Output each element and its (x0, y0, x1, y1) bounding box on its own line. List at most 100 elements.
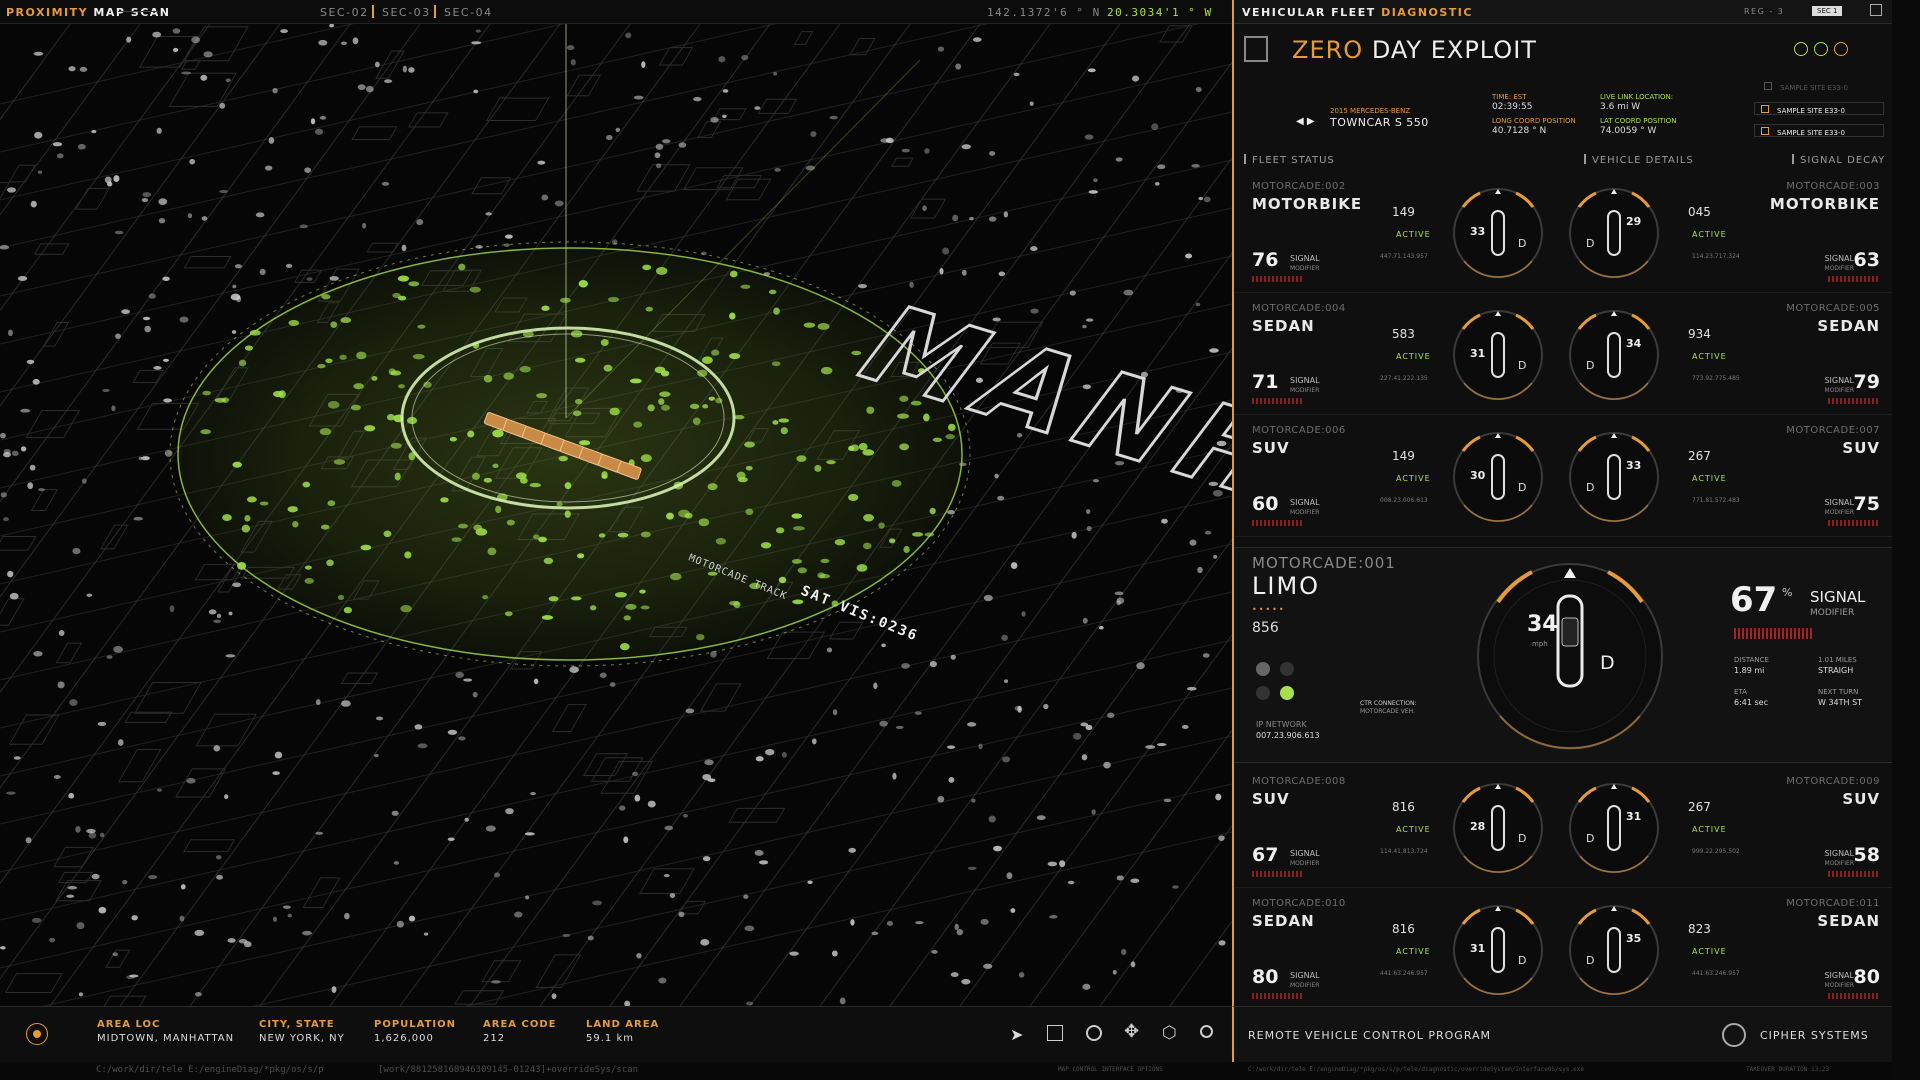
cipher-logo-icon (1722, 1023, 1746, 1047)
sec-tab-1[interactable]: SEC-02 (320, 6, 369, 19)
section-vehicle-details[interactable]: VEHICLE DETAILS (1584, 154, 1694, 166)
vehicle-value: 823 (1688, 922, 1711, 936)
map-canvas[interactable]: MANH MOTORCADE TRACK SAT VIS:0236 (0, 24, 1232, 1006)
vehicle-id: MOTORCADE:010 (1252, 898, 1346, 909)
gauge-speed: 34 (1626, 337, 1642, 350)
target-tool-icon[interactable] (1086, 1025, 1102, 1041)
population-value: 1,626,000 (374, 1033, 434, 1044)
link-value: 3.6 mi W (1600, 102, 1641, 112)
limo-gear: D (1600, 652, 1615, 674)
limo-speed: 34 (1527, 612, 1558, 637)
sec-badge[interactable]: SEC 1 (1812, 6, 1843, 16)
panel-header: VEHICULAR FLEET DIAGNOSTIC REG - 3 SEC 1 (1234, 0, 1892, 24)
section-fleet-status[interactable]: FLEET STATUS (1244, 154, 1335, 166)
vehicle-signal: 60 (1252, 493, 1279, 515)
map-view[interactable]: MANH MOTORCADE TRACK SAT VIS:0236 (0, 24, 1232, 1006)
vehicle-active: ACTIVE (1396, 947, 1431, 956)
vehicle-signal: 67 (1252, 844, 1279, 866)
vehicle-value: 149 (1392, 449, 1415, 463)
location-icon[interactable] (26, 1023, 48, 1045)
layers-tool-icon[interactable] (1047, 1025, 1063, 1041)
limo-miles-value: STRAIGH (1818, 666, 1854, 675)
vehicle-signal-label: SIGNAL MODIFIER (1290, 498, 1320, 517)
limo-dist-value: 1.89 mi (1734, 666, 1765, 675)
pointer-tool-icon[interactable]: ➤ (1010, 1025, 1023, 1044)
cube-tool-icon[interactable]: ⬡ (1162, 1023, 1177, 1043)
speed-gauge (1564, 305, 1664, 405)
vehicle-active: ACTIVE (1396, 474, 1431, 483)
vehicle-card[interactable]: 34 D 934 ACTIVE 773.92.775.485 MOTORCADE:005 S… (1564, 297, 1892, 415)
status-light-icon (1794, 42, 1808, 56)
expand-icon[interactable] (1870, 4, 1882, 16)
scrollbar[interactable] (1892, 0, 1920, 1080)
vehicle-card[interactable]: 31 D 267 ACTIVE 999.22.295.502 MOTORCADE:009 S… (1564, 770, 1892, 888)
vehicle-id: MOTORCADE:002 (1252, 181, 1346, 192)
vehicle-type: SEDAN (1817, 912, 1880, 930)
vehicle-value: 816 (1392, 800, 1415, 814)
path-d: C:/work/dir/tele E:/engineDiag/*pkg/os/s… (1248, 1066, 1584, 1073)
path-b: [work/881258168946309145-01243]+override… (378, 1065, 639, 1075)
sec-tab-3[interactable]: SEC-04 (444, 6, 493, 19)
speed-gauge (1564, 778, 1664, 878)
land-area-value: 59.1 km (586, 1033, 634, 1044)
path-a: C:/work/dir/tele E:/engineDiag/*pkg/os/s… (96, 1065, 324, 1075)
path-c: MAP CONTROL INTERFACE OPTIONS (1058, 1066, 1163, 1073)
limo-signal-pct: % (1782, 586, 1793, 599)
vehicle-id: MOTORCADE:008 (1252, 776, 1346, 787)
site-item-1[interactable]: SAMPLE SITE E33-0 (1764, 82, 1848, 92)
vehicle-active: ACTIVE (1396, 230, 1431, 239)
coord-west: 20.3034'1 ° W (1107, 6, 1213, 19)
map-title-b: MAP SCAN (93, 6, 171, 19)
gauge-speed: 31 (1626, 810, 1642, 823)
reg-label: REG - 3 (1744, 7, 1785, 16)
sec-tab-2[interactable]: SEC-03 (382, 6, 431, 19)
gauge-gear: D (1586, 954, 1595, 967)
vehicle-card[interactable]: 35 D 823 ACTIVE 441.63.246.957 MOTORCADE:011 S… (1564, 892, 1892, 1006)
vehicle-signal-label: SIGNAL MODIFIER (1824, 498, 1854, 517)
vehicle-row: MOTORCADE:004 SEDAN 71 SIGNAL MODIFIER 583 ACT… (1234, 297, 1892, 415)
vehicle-card[interactable]: MOTORCADE:008 SUV 67 SIGNAL MODIFIER 816 ACTIV… (1234, 770, 1564, 888)
vehicle-type: SUV (1842, 790, 1880, 808)
speed-gauge (1448, 183, 1548, 283)
site-item-3[interactable]: SAMPLE SITE E33-0 (1754, 124, 1884, 137)
prev-next-icon[interactable]: ◀ ▶ (1296, 116, 1315, 127)
limo-turn-value: W 34TH ST (1818, 698, 1863, 707)
vehicle-active: ACTIVE (1692, 474, 1727, 483)
vehicle-card[interactable]: 33 D 267 ACTIVE 771.81.572.483 MOTORCADE:007 S… (1564, 419, 1892, 537)
modifier-label: MODIFIER (1824, 509, 1854, 516)
gauge-gear: D (1586, 359, 1595, 372)
vehicle-type: SUV (1252, 790, 1290, 808)
vehicle-card[interactable]: MOTORCADE:006 SUV 60 SIGNAL MODIFIER 149 ACTIV… (1234, 419, 1564, 537)
vehicle-signal-label: SIGNAL MODIFIER (1824, 254, 1854, 273)
limo-detail-card[interactable]: MOTORCADE:001 LIMO ••••• 856 IP NETWORK … (1234, 547, 1892, 763)
vehicle-ip: 441.63.246.957 (1692, 970, 1740, 977)
signal-bars (1252, 871, 1304, 877)
vehicle-signal-label: SIGNAL MODIFIER (1290, 971, 1320, 990)
site-item-2[interactable]: SAMPLE SITE E33-0 (1754, 102, 1884, 115)
section-signal-decay[interactable]: SIGNAL DECAY (1792, 154, 1885, 166)
vehicle-card[interactable]: MOTORCADE:010 SEDAN 80 SIGNAL MODIFIER 816 ACT… (1234, 892, 1564, 1006)
vehicle-ip: 227.41.222.135 (1380, 375, 1428, 382)
limo-eta-label: ETA (1734, 688, 1747, 696)
move-tool-icon[interactable]: ✥ (1124, 1021, 1139, 1042)
modifier-label: MODIFIER (1824, 982, 1854, 989)
limo-status-icon (1256, 686, 1270, 700)
signal-bars (1252, 276, 1304, 282)
limo-signal-value: 67 (1730, 580, 1778, 620)
lat-value: 74.0059 ° W (1600, 126, 1657, 136)
vehicle-card[interactable]: MOTORCADE:002 MOTORBIKE 76 SIGNAL MODIFIER 14… (1234, 175, 1564, 293)
vehicle-active: ACTIVE (1692, 947, 1727, 956)
vehicle-active: ACTIVE (1396, 352, 1431, 361)
gauge-speed: 33 (1470, 225, 1486, 238)
search-icon[interactable] (1200, 1025, 1213, 1038)
vehicle-id: MOTORCADE:005 (1786, 303, 1880, 314)
vehicle-card[interactable]: 29 D 045 ACTIVE 114.23.717.324 MOTORCADE:003 M… (1564, 175, 1892, 293)
vehicle-value: 816 (1392, 922, 1415, 936)
gauge-speed: 28 (1470, 820, 1486, 833)
divider (118, 11, 158, 12)
vehicle-id: MOTORCADE:003 (1786, 181, 1880, 192)
limo-modifier-label: MODIFIER (1810, 608, 1855, 618)
limo-signal-label: SIGNAL (1810, 588, 1866, 606)
gauge-gear: D (1518, 481, 1527, 494)
vehicle-card[interactable]: MOTORCADE:004 SEDAN 71 SIGNAL MODIFIER 583 ACT… (1234, 297, 1564, 415)
